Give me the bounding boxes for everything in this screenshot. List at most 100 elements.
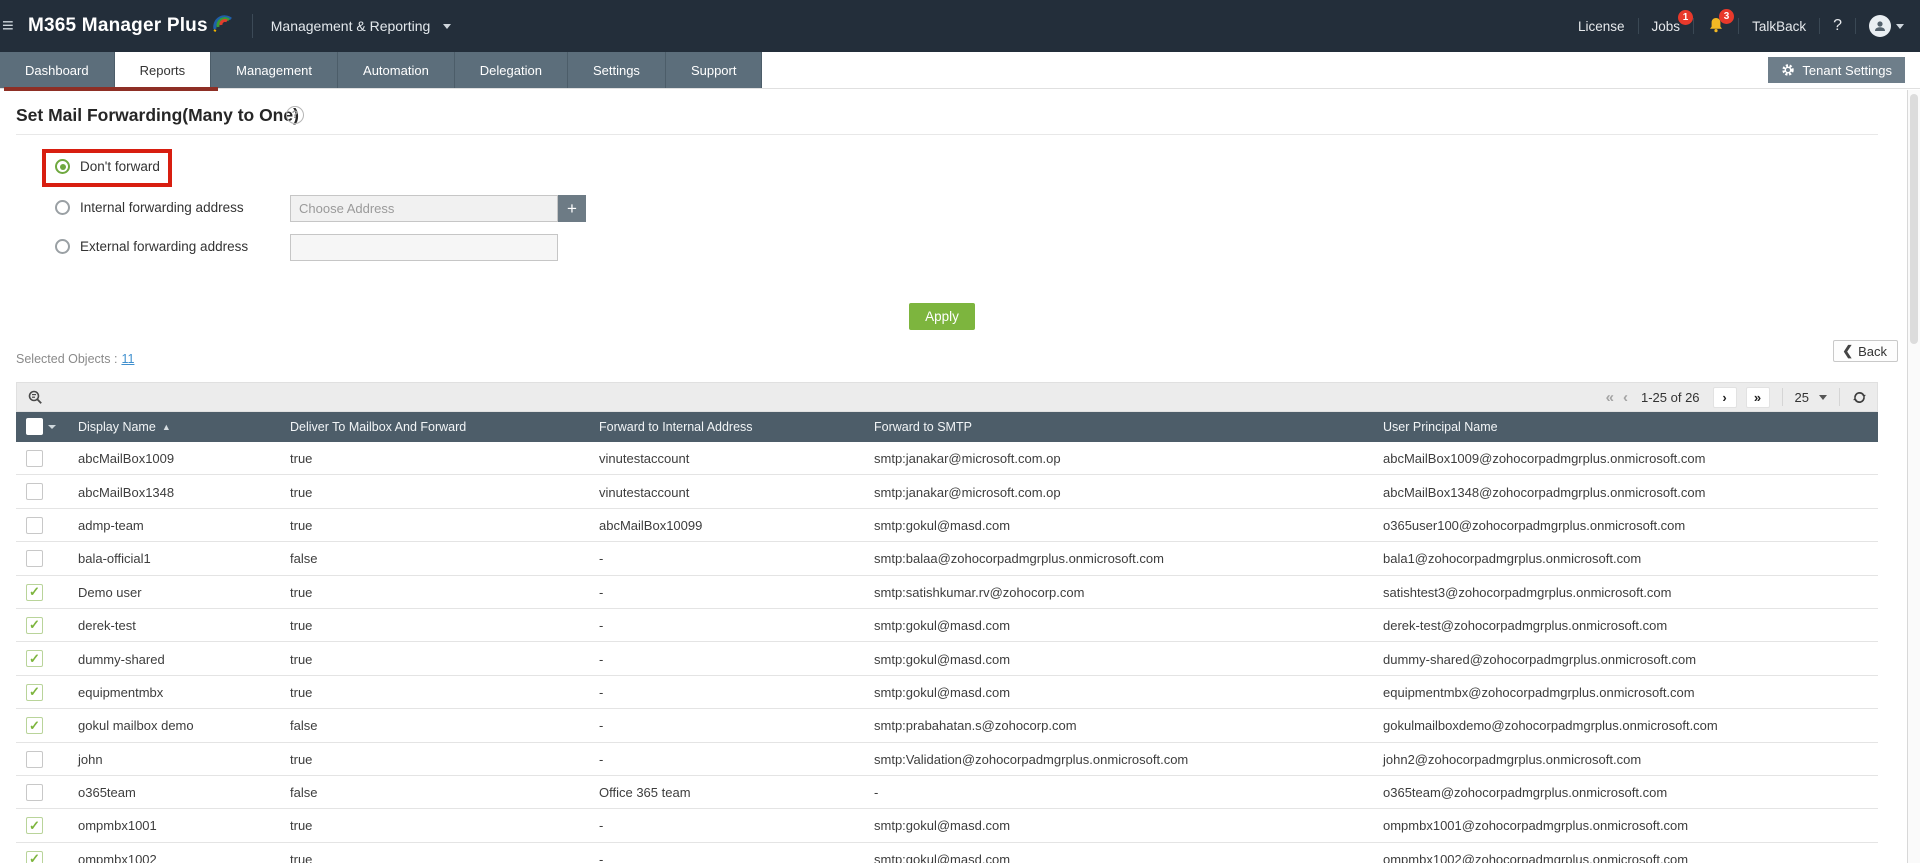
select-all-checkbox[interactable] (26, 418, 43, 435)
notifications-button[interactable]: 3 (1707, 8, 1735, 36)
table-cell: true (290, 584, 313, 600)
red-indicator-bar (4, 87, 218, 91)
table-cell: true (290, 851, 313, 863)
row-checkbox[interactable] (26, 750, 43, 768)
prev-page-button[interactable]: ‹ (1623, 389, 1628, 406)
column-header-deliver[interactable]: Deliver To Mailbox And Forward (290, 412, 466, 442)
scrollbar-thumb[interactable] (1910, 94, 1918, 344)
row-checkbox[interactable]: ✓ (26, 683, 43, 701)
radio-button[interactable] (55, 159, 70, 174)
tab-settings[interactable]: Settings (567, 52, 666, 88)
refresh-icon (1853, 391, 1866, 403)
table-cell: true (290, 818, 313, 834)
option-external-forwarding[interactable]: External forwarding address (55, 239, 248, 254)
tab-management[interactable]: Management (211, 52, 339, 88)
table-cell: equipmentmbx (78, 684, 164, 700)
title-divider (16, 134, 1878, 135)
row-checkbox[interactable]: ✓ (26, 850, 43, 863)
tab-automation[interactable]: Automation (338, 52, 455, 88)
table-cell: - (599, 618, 604, 634)
table-cell: bala1@zohocorpadmgrplus.onmicrosoft.com (1383, 551, 1642, 567)
table-cell: o365team@zohocorpadmgrplus.onmicrosoft.c… (1383, 785, 1668, 801)
row-checkbox[interactable] (26, 550, 43, 568)
selected-objects: Selected Objects :11 (16, 352, 134, 366)
row-checkbox[interactable]: ✓ (26, 817, 43, 835)
row-checkbox[interactable] (26, 450, 43, 467)
row-checkbox[interactable] (26, 783, 43, 801)
apply-button[interactable]: Apply (909, 303, 975, 330)
table-cell: false (290, 718, 318, 734)
back-label: Back (1858, 343, 1887, 359)
column-header-smtp[interactable]: Forward to SMTP (874, 412, 972, 442)
table-row: ✓ ompmbx1001 true - smtp:gokul@masd.com ompmb… (16, 809, 1878, 843)
page-help-icon[interactable]: ? (286, 106, 304, 124)
module-menu[interactable]: Management & Reporting (271, 18, 452, 34)
table-cell: smtp:gokul@masd.com (874, 851, 1011, 863)
table-cell: smtp:prabahatan.s@zohocorp.com (874, 718, 1077, 734)
tab-dashboard[interactable]: Dashboard (0, 52, 115, 88)
option-internal-forwarding[interactable]: Internal forwarding address (55, 200, 244, 215)
tabbar-underline (0, 88, 1920, 89)
table-cell: o365user100@zohocorpadmgrplus.onmicrosof… (1383, 517, 1686, 533)
back-button[interactable]: ❮ Back (1833, 340, 1898, 362)
option-dont-forward[interactable]: Don't forward (55, 159, 160, 174)
column-header-upn[interactable]: User Principal Name (1383, 412, 1498, 442)
vertical-scrollbar[interactable] (1907, 90, 1920, 863)
row-checkbox[interactable]: ✓ (26, 717, 43, 735)
hamburger-menu-icon[interactable]: ≡ (2, 15, 16, 38)
table-cell: - (599, 851, 604, 863)
app-logo[interactable]: M365 Manager Plus (28, 15, 234, 37)
table-cell: Demo user (78, 584, 142, 600)
jobs-label: Jobs (1651, 18, 1681, 34)
first-page-button[interactable]: « (1606, 389, 1614, 406)
selected-objects-count-link[interactable]: 11 (121, 352, 134, 366)
module-menu-label: Management & Reporting (270, 18, 431, 34)
selection-menu-caret-icon[interactable] (48, 425, 56, 429)
help-icon[interactable]: ? (1833, 17, 1842, 35)
table-cell: gokul mailbox demo (78, 718, 194, 734)
talkback-link[interactable]: TalkBack (1752, 19, 1806, 34)
search-filter-icon[interactable] (27, 389, 44, 405)
external-address-input[interactable] (290, 234, 558, 261)
choose-address-input[interactable] (290, 195, 558, 222)
table-row: ✓ derek-test true - smtp:gokul@masd.com derek… (16, 608, 1878, 643)
table-cell: abcMailBox1348 (78, 484, 175, 500)
chevron-down-icon (443, 23, 452, 29)
add-address-button[interactable]: + (558, 195, 586, 222)
column-header-display-name[interactable]: Display Name ▲ (78, 412, 171, 442)
tab-support[interactable]: Support (665, 52, 763, 88)
row-checkbox[interactable] (26, 516, 43, 534)
row-checkbox[interactable]: ✓ (26, 616, 43, 634)
radio-label: Internal forwarding address (80, 200, 244, 215)
app-header: ≡ M365 Manager Plus Management & Reporti… (0, 0, 1920, 52)
table-cell: smtp:janakar@microsoft.com.op (874, 451, 1061, 467)
user-menu[interactable] (1869, 15, 1904, 37)
page-size-select[interactable]: 25 (1795, 390, 1827, 405)
tenant-settings-button[interactable]: Tenant Settings (1768, 57, 1905, 83)
chevron-down-icon (1819, 394, 1827, 400)
radio-label: Don't forward (80, 159, 160, 174)
column-header-internal[interactable]: Forward to Internal Address (599, 412, 753, 442)
table-row: abcMailBox1009 true vinutestaccount smtp:ja… (16, 442, 1878, 476)
table-cell: true (290, 484, 313, 500)
table-cell: smtp:balaa@zohocorpadmgrplus.onmicrosoft… (874, 551, 1164, 567)
row-checkbox[interactable] (26, 483, 43, 501)
table-cell: true (290, 684, 313, 700)
last-page-button[interactable]: » (1745, 386, 1770, 408)
table-cell: smtp:gokul@masd.com (874, 517, 1011, 533)
tab-reports[interactable]: Reports (114, 52, 212, 88)
next-page-button[interactable]: › (1712, 386, 1737, 408)
pagination-range: 1-25 of 26 (1640, 389, 1700, 405)
refresh-button[interactable] (1852, 390, 1867, 405)
radio-button[interactable] (55, 239, 70, 254)
table-cell: - (599, 818, 604, 834)
license-link[interactable]: License (1578, 19, 1625, 34)
radio-button[interactable] (55, 200, 70, 215)
row-checkbox[interactable]: ✓ (26, 583, 43, 601)
back-chevron-icon: ❮ (1842, 343, 1854, 358)
row-checkbox[interactable]: ✓ (26, 650, 43, 668)
table-cell: o365team (78, 785, 136, 801)
table-cell: ompmbx1001@zohocorpadmgrplus.onmicrosoft… (1383, 818, 1689, 834)
jobs-link[interactable]: Jobs 1 (1651, 9, 1694, 34)
tab-delegation[interactable]: Delegation (454, 52, 568, 88)
